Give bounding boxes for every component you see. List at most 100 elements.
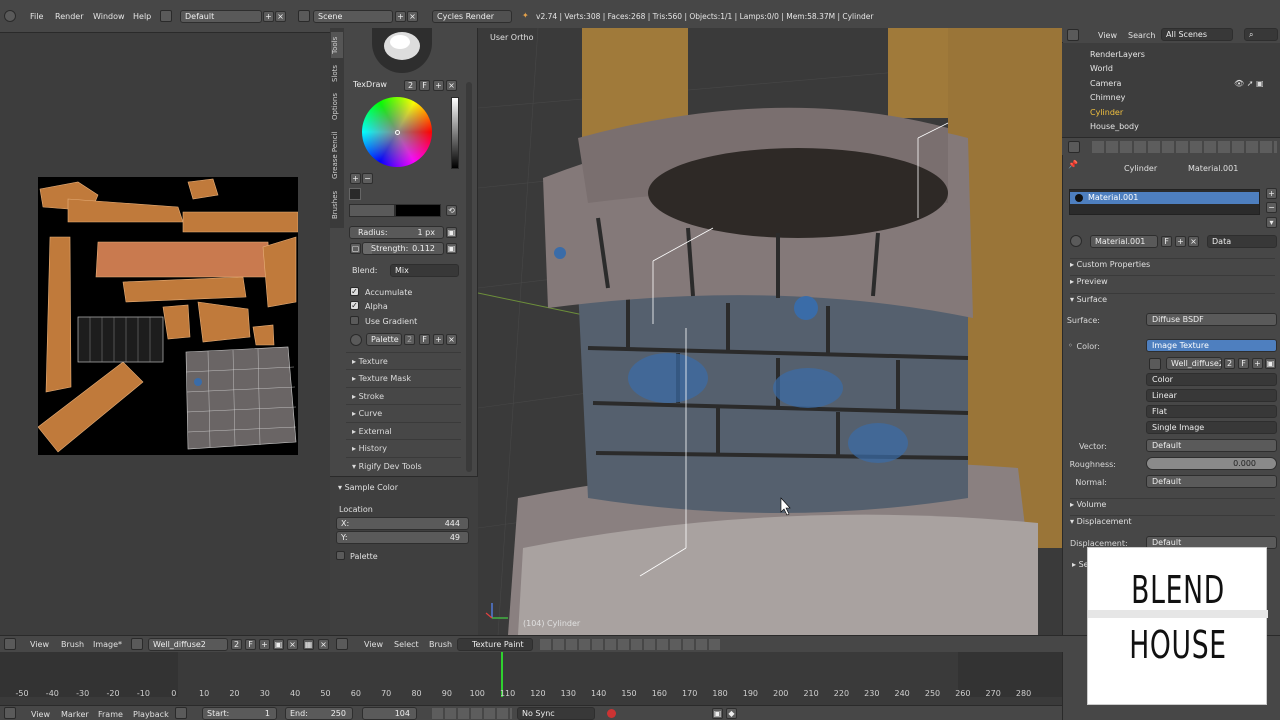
palette-users[interactable]: 2 bbox=[404, 334, 415, 345]
palette-name-field[interactable]: Palette bbox=[366, 333, 402, 346]
menu-window[interactable]: Window bbox=[93, 12, 125, 21]
render-engine-dropdown[interactable]: Cycles Render bbox=[432, 10, 512, 23]
roughness-slider[interactable]: 0.000 bbox=[1146, 457, 1277, 470]
image-browse-icon[interactable] bbox=[1149, 358, 1161, 370]
strength-pressure-icon[interactable]: ▣ bbox=[446, 243, 457, 254]
record-icon[interactable] bbox=[607, 709, 616, 718]
image-open-button[interactable]: ▣ bbox=[1265, 358, 1276, 369]
outliner-item-cylinder[interactable]: Cylinder bbox=[1090, 106, 1123, 120]
alpha-checkbox[interactable]: ✓ bbox=[350, 301, 359, 310]
palette-swatch[interactable] bbox=[349, 188, 361, 200]
primary-color[interactable] bbox=[349, 204, 395, 217]
pin-icon[interactable]: 📌 bbox=[1068, 160, 1078, 169]
blend-dropdown[interactable]: Mix bbox=[390, 264, 459, 277]
3d-menu-brush[interactable]: Brush bbox=[429, 640, 452, 649]
context-tab-icons[interactable] bbox=[1092, 141, 1277, 153]
interpolation-dropdown[interactable]: Linear bbox=[1146, 389, 1277, 402]
editor-type-icon[interactable] bbox=[4, 10, 16, 22]
swap-colors-icon[interactable]: ⟲ bbox=[446, 205, 457, 216]
remove-screen-button[interactable]: × bbox=[275, 11, 286, 22]
color-input-dropdown[interactable]: Image Texture bbox=[1146, 339, 1277, 352]
section-preview[interactable]: ▸ Preview bbox=[1070, 275, 1275, 286]
uv-texture-canvas[interactable] bbox=[37, 177, 299, 455]
uv-pin-icon[interactable]: ▦ bbox=[303, 639, 314, 650]
section-texture[interactable]: ▸ Texture bbox=[346, 352, 461, 369]
strength-slider[interactable]: Strength: 0.112 bbox=[362, 242, 444, 255]
keying-icon[interactable]: ▣ bbox=[712, 708, 723, 719]
remove-slot-button[interactable]: − bbox=[1266, 202, 1277, 213]
add-brush-button[interactable]: + bbox=[433, 80, 444, 91]
tab-options[interactable]: Options bbox=[331, 90, 343, 122]
tab-tools[interactable]: Tools bbox=[331, 32, 343, 58]
brush-users[interactable]: 2 bbox=[404, 80, 417, 91]
properties-editor-icon[interactable] bbox=[1068, 141, 1080, 153]
use-gradient-checkbox[interactable] bbox=[350, 316, 359, 325]
section-displacement[interactable]: ▾ Displacement bbox=[1070, 515, 1275, 526]
surface-shader-dropdown[interactable]: Diffuse BSDF bbox=[1146, 313, 1277, 326]
link-dropdown[interactable]: Data bbox=[1207, 235, 1277, 248]
uv-close-icon[interactable]: × bbox=[318, 639, 329, 650]
add-scene-button[interactable]: + bbox=[395, 11, 406, 22]
playback-controls[interactable] bbox=[432, 708, 512, 719]
timeline[interactable]: -50 -40 -30 -20 -10 0 10 20 30 40 50 60 70 80 90 100 110… bbox=[0, 652, 1062, 705]
visibility-eye-icons[interactable]: 👁 ➚ ▣ bbox=[1234, 79, 1264, 88]
3d-editor-type-icon[interactable] bbox=[336, 638, 348, 650]
screen-layout-icon[interactable] bbox=[160, 10, 172, 22]
timeline-menu-marker[interactable]: Marker bbox=[61, 710, 89, 719]
image-fake-user[interactable]: F bbox=[1238, 358, 1249, 369]
outliner-menu-view[interactable]: View bbox=[1098, 31, 1117, 40]
scene-field[interactable]: Scene bbox=[313, 10, 393, 23]
scene-icon[interactable] bbox=[298, 10, 310, 22]
3d-viewport[interactable]: User Ortho (104) Cylinder bbox=[478, 28, 1062, 635]
remove-palette-button[interactable]: × bbox=[446, 334, 457, 345]
uv-menu-view[interactable]: View bbox=[30, 640, 49, 649]
remove-scene-button[interactable]: × bbox=[407, 11, 418, 22]
color-space-dropdown[interactable]: Color bbox=[1146, 373, 1277, 386]
section-external[interactable]: ▸ External bbox=[346, 422, 461, 439]
outliner-item-camera[interactable]: Camera bbox=[1090, 77, 1121, 91]
brush-preview-icon[interactable] bbox=[372, 28, 432, 73]
image-new-button[interactable]: + bbox=[1252, 358, 1263, 369]
menu-file[interactable]: File bbox=[30, 12, 43, 21]
timeline-editor-icon[interactable] bbox=[4, 707, 16, 719]
uv-image-new-button[interactable]: + bbox=[259, 639, 270, 650]
uv-image-users[interactable]: 2 bbox=[231, 639, 242, 650]
sync-dropdown[interactable]: No Sync bbox=[517, 707, 595, 720]
add-slot-button[interactable]: + bbox=[1266, 188, 1277, 199]
location-x-field[interactable]: X: 444 bbox=[336, 517, 469, 530]
outliner-item-house-body[interactable]: House_body bbox=[1090, 120, 1139, 134]
remove-material-button[interactable]: × bbox=[1188, 236, 1199, 247]
section-texture-mask[interactable]: ▸ Texture Mask bbox=[346, 369, 461, 386]
uv-menu-brush[interactable]: Brush bbox=[61, 640, 84, 649]
strength-unified-icon[interactable]: ▢ bbox=[350, 243, 361, 254]
menu-help[interactable]: Help bbox=[133, 12, 151, 21]
viewport-shading-icons[interactable] bbox=[540, 639, 720, 650]
3d-menu-select[interactable]: Select bbox=[394, 640, 419, 649]
image-name-field[interactable]: Well_diffuse2 bbox=[1166, 357, 1222, 370]
mode-dropdown[interactable]: Texture Paint bbox=[457, 638, 533, 651]
section-surface[interactable]: ▾ Surface bbox=[1070, 293, 1275, 304]
uv-image-name-field[interactable]: Well_diffuse2 bbox=[148, 638, 228, 651]
material-name-field[interactable]: Material.001 bbox=[1090, 235, 1158, 248]
outliner-scope-dropdown[interactable]: All Scenes bbox=[1161, 28, 1233, 41]
tab-brushes[interactable]: Brushes bbox=[331, 188, 343, 222]
section-volume[interactable]: ▸ Volume bbox=[1070, 498, 1275, 509]
3d-menu-view[interactable]: View bbox=[364, 640, 383, 649]
section-stroke[interactable]: ▸ Stroke bbox=[346, 387, 461, 404]
section-curve[interactable]: ▸ Curve bbox=[346, 404, 461, 421]
tab-slots[interactable]: Slots bbox=[331, 62, 343, 84]
outliner-item-renderlayers[interactable]: RenderLayers bbox=[1090, 48, 1145, 62]
vector-dropdown[interactable]: Default bbox=[1146, 439, 1277, 452]
start-frame-field[interactable]: Start: 1 bbox=[202, 707, 277, 720]
remove-brush-button[interactable]: × bbox=[446, 80, 457, 91]
timeline-menu-playback[interactable]: Playback bbox=[133, 710, 169, 719]
uv-menu-image[interactable]: Image* bbox=[93, 640, 122, 649]
slot-specials-button[interactable]: ▾ bbox=[1266, 217, 1277, 228]
timeline-menu-frame[interactable]: Frame bbox=[98, 710, 123, 719]
timeline-menu-view[interactable]: View bbox=[31, 710, 50, 719]
uv-image-open-button[interactable]: ▣ bbox=[273, 639, 284, 650]
menu-render[interactable]: Render bbox=[55, 12, 83, 21]
uv-image-unlink-button[interactable]: × bbox=[287, 639, 298, 650]
uv-editor-type-icon[interactable] bbox=[4, 638, 16, 650]
secondary-color[interactable] bbox=[395, 204, 441, 217]
